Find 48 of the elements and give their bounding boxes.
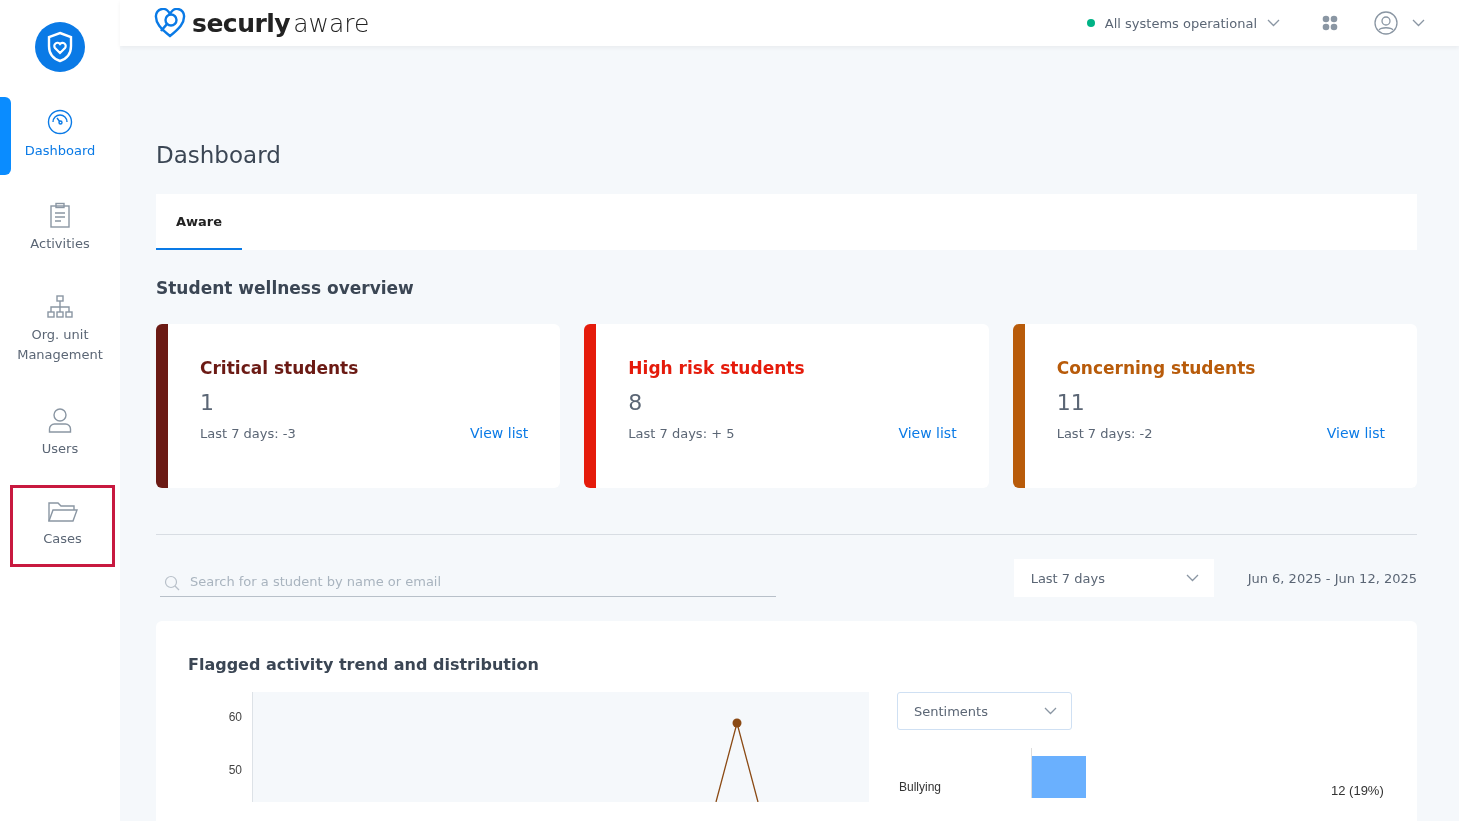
card-title: High risk students [628,358,806,378]
gauge-icon [47,109,73,135]
date-range: Jun 6, 2025 - Jun 12, 2025 [1247,570,1417,586]
caret-icon [1267,19,1280,27]
apps-button[interactable] [1322,15,1338,31]
shield-heart-logo [35,22,85,72]
card-change: Last 7 days: -2 [1056,425,1153,441]
date-range-select[interactable]: Last 7 days [1013,559,1214,597]
card-change: Last 7 days: + 5 [628,425,735,441]
bar-label: Bullying [898,780,943,796]
bar-value: 12 (19%) [1331,783,1384,798]
card-count: 11 [1056,390,1086,415]
org-chart-icon [47,295,73,320]
user-icon [48,406,72,433]
card-count: 1 [200,390,215,415]
card-title: Concerning students [1056,358,1257,378]
brand-suffix: aware [293,8,370,38]
card-change: Last 7 days: -3 [200,425,296,441]
sidebar-item[interactable]: Dashboard [0,94,120,179]
search-field[interactable]: Search for a student by name or email [160,559,776,597]
section-title: Student wellness overview [156,278,415,298]
y-tick-label: 60 [228,710,242,724]
sidebar-item[interactable]: Activities [0,187,120,272]
brand-name: securly [192,8,291,38]
category-select[interactable]: Sentiments [897,692,1072,730]
status-dropdown[interactable]: All systems operational [1080,14,1286,32]
sidebar-item[interactable]: Cases [10,484,115,567]
y-tick-label: 50 [228,763,242,777]
chart-title: Flagged activity trend and distribution [188,655,540,674]
tab[interactable]: Aware [156,194,243,250]
sidebar-item[interactable]: Org. unit Management [0,280,120,383]
apps-grid-icon [1322,15,1338,31]
card-title: Critical students [200,358,360,378]
view-list-link[interactable]: View list [470,425,529,441]
view-list-link[interactable]: View list [1326,425,1385,441]
caret-icon [1044,707,1057,715]
folder-icon [47,500,78,523]
caret-icon [1412,19,1425,27]
user-avatar-icon [1374,11,1398,35]
account-menu-button[interactable] [1374,11,1425,35]
caret-icon [1185,574,1199,582]
card-count: 8 [628,390,644,415]
search-icon [164,575,180,591]
clipboard-icon [49,202,71,229]
view-list-link[interactable]: View list [898,425,957,441]
page-title: Dashboard [156,142,282,168]
heart-magnifier-logo [154,8,186,38]
sidebar-item[interactable]: Users [0,391,120,476]
